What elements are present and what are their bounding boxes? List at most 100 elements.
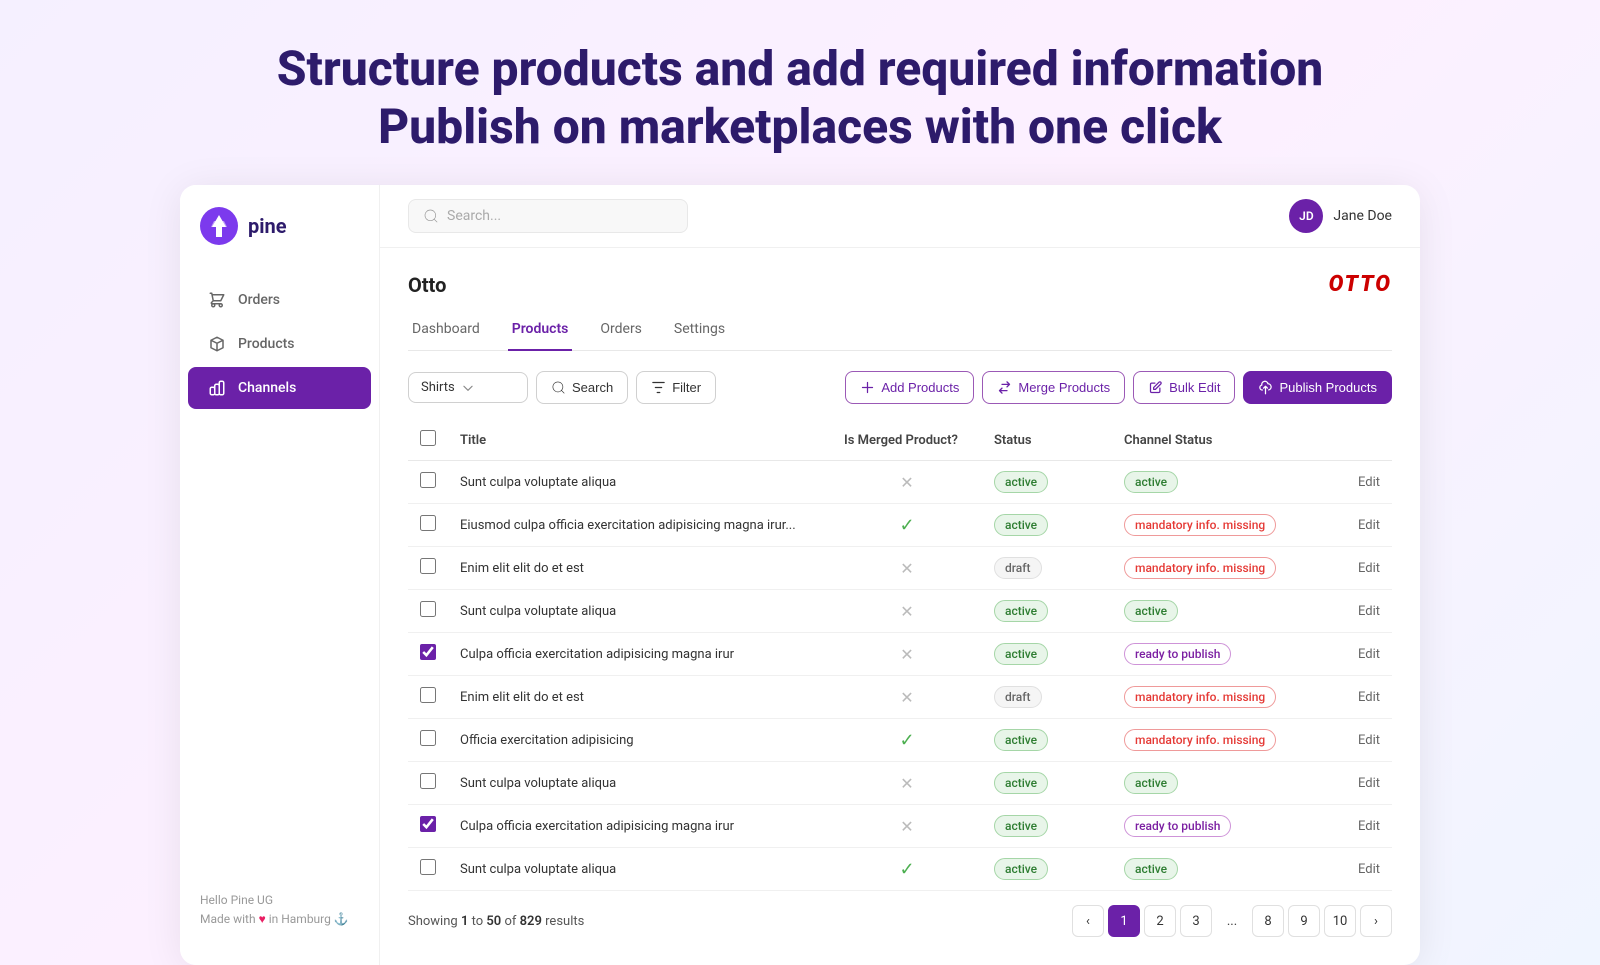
hero-section: Structure products and add required info… bbox=[0, 0, 1600, 185]
x-icon: ✕ bbox=[900, 688, 913, 707]
page-2-button[interactable]: 2 bbox=[1144, 905, 1176, 937]
sidebar-item-channels[interactable]: Channels bbox=[188, 367, 371, 409]
row-checkbox[interactable] bbox=[420, 730, 436, 746]
row-is-merged: ✕ bbox=[832, 633, 982, 676]
merge-icon bbox=[997, 380, 1012, 395]
edit-link[interactable]: Edit bbox=[1358, 561, 1380, 576]
tab-dashboard[interactable]: Dashboard bbox=[408, 313, 484, 351]
page-1-button[interactable]: 1 bbox=[1108, 905, 1140, 937]
sidebar-nav: Orders Products Channels bbox=[180, 267, 379, 875]
col-header-merged: Is Merged Product? bbox=[832, 420, 982, 461]
row-checkbox[interactable] bbox=[420, 773, 436, 789]
row-checkbox[interactable] bbox=[420, 558, 436, 574]
merge-products-button[interactable]: Merge Products bbox=[982, 371, 1125, 404]
row-title: Culpa officia exercitation adipisicing m… bbox=[448, 805, 832, 848]
edit-link[interactable]: Edit bbox=[1358, 604, 1380, 619]
row-edit[interactable]: Edit bbox=[1332, 461, 1392, 504]
plus-icon bbox=[860, 380, 875, 395]
avatar: JD bbox=[1289, 199, 1323, 233]
edit-link[interactable]: Edit bbox=[1358, 733, 1380, 748]
row-channel-status: ready to publish bbox=[1112, 633, 1332, 676]
tab-settings[interactable]: Settings bbox=[670, 313, 729, 351]
row-checkbox[interactable] bbox=[420, 472, 436, 488]
search-icon bbox=[423, 208, 439, 224]
hero-title: Structure products and add required info… bbox=[20, 40, 1580, 155]
row-status: active bbox=[982, 633, 1112, 676]
row-edit[interactable]: Edit bbox=[1332, 762, 1392, 805]
row-is-merged: ✕ bbox=[832, 805, 982, 848]
table-row: Sunt culpa voluptate aliqua✕activeactive… bbox=[408, 590, 1392, 633]
category-filter[interactable]: Shirts bbox=[408, 372, 528, 403]
channel-status-badge: active bbox=[1124, 471, 1178, 493]
row-checkbox[interactable] bbox=[420, 816, 436, 832]
row-edit[interactable]: Edit bbox=[1332, 719, 1392, 762]
col-header-channel: Channel Status bbox=[1112, 420, 1332, 461]
row-is-merged: ✓ bbox=[832, 848, 982, 891]
channel-status-badge: mandatory info. missing bbox=[1124, 557, 1276, 579]
chevron-down-icon bbox=[461, 381, 475, 395]
edit-link[interactable]: Edit bbox=[1358, 518, 1380, 533]
col-header-title: Title bbox=[448, 420, 832, 461]
tab-products[interactable]: Products bbox=[508, 313, 573, 351]
row-channel-status: active bbox=[1112, 762, 1332, 805]
bulk-edit-button[interactable]: Bulk Edit bbox=[1133, 371, 1235, 404]
row-title: Enim elit elit do et est bbox=[448, 547, 832, 590]
prev-page-button[interactable]: ‹ bbox=[1072, 905, 1104, 937]
select-all-checkbox[interactable] bbox=[420, 430, 436, 446]
tab-orders[interactable]: Orders bbox=[596, 313, 646, 351]
edit-link[interactable]: Edit bbox=[1358, 862, 1380, 877]
page-9-button[interactable]: 9 bbox=[1288, 905, 1320, 937]
edit-link[interactable]: Edit bbox=[1358, 776, 1380, 791]
channel-status-badge: active bbox=[1124, 858, 1178, 880]
status-badge: active bbox=[994, 772, 1048, 794]
row-checkbox[interactable] bbox=[420, 515, 436, 531]
row-status: draft bbox=[982, 676, 1112, 719]
page-8-button[interactable]: 8 bbox=[1252, 905, 1284, 937]
row-edit[interactable]: Edit bbox=[1332, 848, 1392, 891]
topbar: Search... JD Jane Doe bbox=[380, 185, 1420, 248]
publish-products-button[interactable]: Publish Products bbox=[1243, 371, 1392, 404]
row-checkbox[interactable] bbox=[420, 644, 436, 660]
sidebar-item-channels-label: Channels bbox=[238, 380, 296, 396]
edit-link[interactable]: Edit bbox=[1358, 819, 1380, 834]
channel-status-badge: active bbox=[1124, 600, 1178, 622]
channels-icon bbox=[208, 379, 226, 397]
filter-button[interactable]: Filter bbox=[636, 371, 716, 404]
channel-status-badge: mandatory info. missing bbox=[1124, 686, 1276, 708]
col-header-status: Status bbox=[982, 420, 1112, 461]
sidebar-item-orders[interactable]: Orders bbox=[188, 279, 371, 321]
row-edit[interactable]: Edit bbox=[1332, 805, 1392, 848]
table-row: Enim elit elit do et est✕draftmandatory … bbox=[408, 676, 1392, 719]
row-channel-status: mandatory info. missing bbox=[1112, 676, 1332, 719]
row-is-merged: ✕ bbox=[832, 590, 982, 633]
row-edit[interactable]: Edit bbox=[1332, 547, 1392, 590]
otto-logo: OTTO bbox=[1329, 272, 1392, 297]
search-box[interactable]: Search... bbox=[408, 199, 688, 233]
row-checkbox[interactable] bbox=[420, 687, 436, 703]
row-checkbox[interactable] bbox=[420, 601, 436, 617]
main-content: Search... JD Jane Doe Otto OTTO Dashboar… bbox=[380, 185, 1420, 965]
app-shell: pine Orders Products Channels bbox=[180, 185, 1420, 965]
channel-status-badge: ready to publish bbox=[1124, 815, 1231, 837]
row-edit[interactable]: Edit bbox=[1332, 633, 1392, 676]
row-status: active bbox=[982, 719, 1112, 762]
edit-link[interactable]: Edit bbox=[1358, 690, 1380, 705]
sidebar-item-products[interactable]: Products bbox=[188, 323, 371, 365]
row-checkbox[interactable] bbox=[420, 859, 436, 875]
page-10-button[interactable]: 10 bbox=[1324, 905, 1356, 937]
row-edit[interactable]: Edit bbox=[1332, 590, 1392, 633]
search-button[interactable]: Search bbox=[536, 371, 628, 404]
check-icon: ✓ bbox=[899, 730, 914, 751]
row-channel-status: mandatory info. missing bbox=[1112, 547, 1332, 590]
edit-link[interactable]: Edit bbox=[1358, 647, 1380, 662]
orders-icon bbox=[208, 291, 226, 309]
add-products-button[interactable]: Add Products bbox=[845, 371, 974, 404]
row-status: active bbox=[982, 762, 1112, 805]
edit-link[interactable]: Edit bbox=[1358, 475, 1380, 490]
search-btn-icon bbox=[551, 380, 566, 395]
row-edit[interactable]: Edit bbox=[1332, 504, 1392, 547]
row-edit[interactable]: Edit bbox=[1332, 676, 1392, 719]
showing-text: Showing 1 to 50 of 829 results bbox=[408, 914, 584, 929]
page-3-button[interactable]: 3 bbox=[1180, 905, 1212, 937]
next-page-button[interactable]: › bbox=[1360, 905, 1392, 937]
